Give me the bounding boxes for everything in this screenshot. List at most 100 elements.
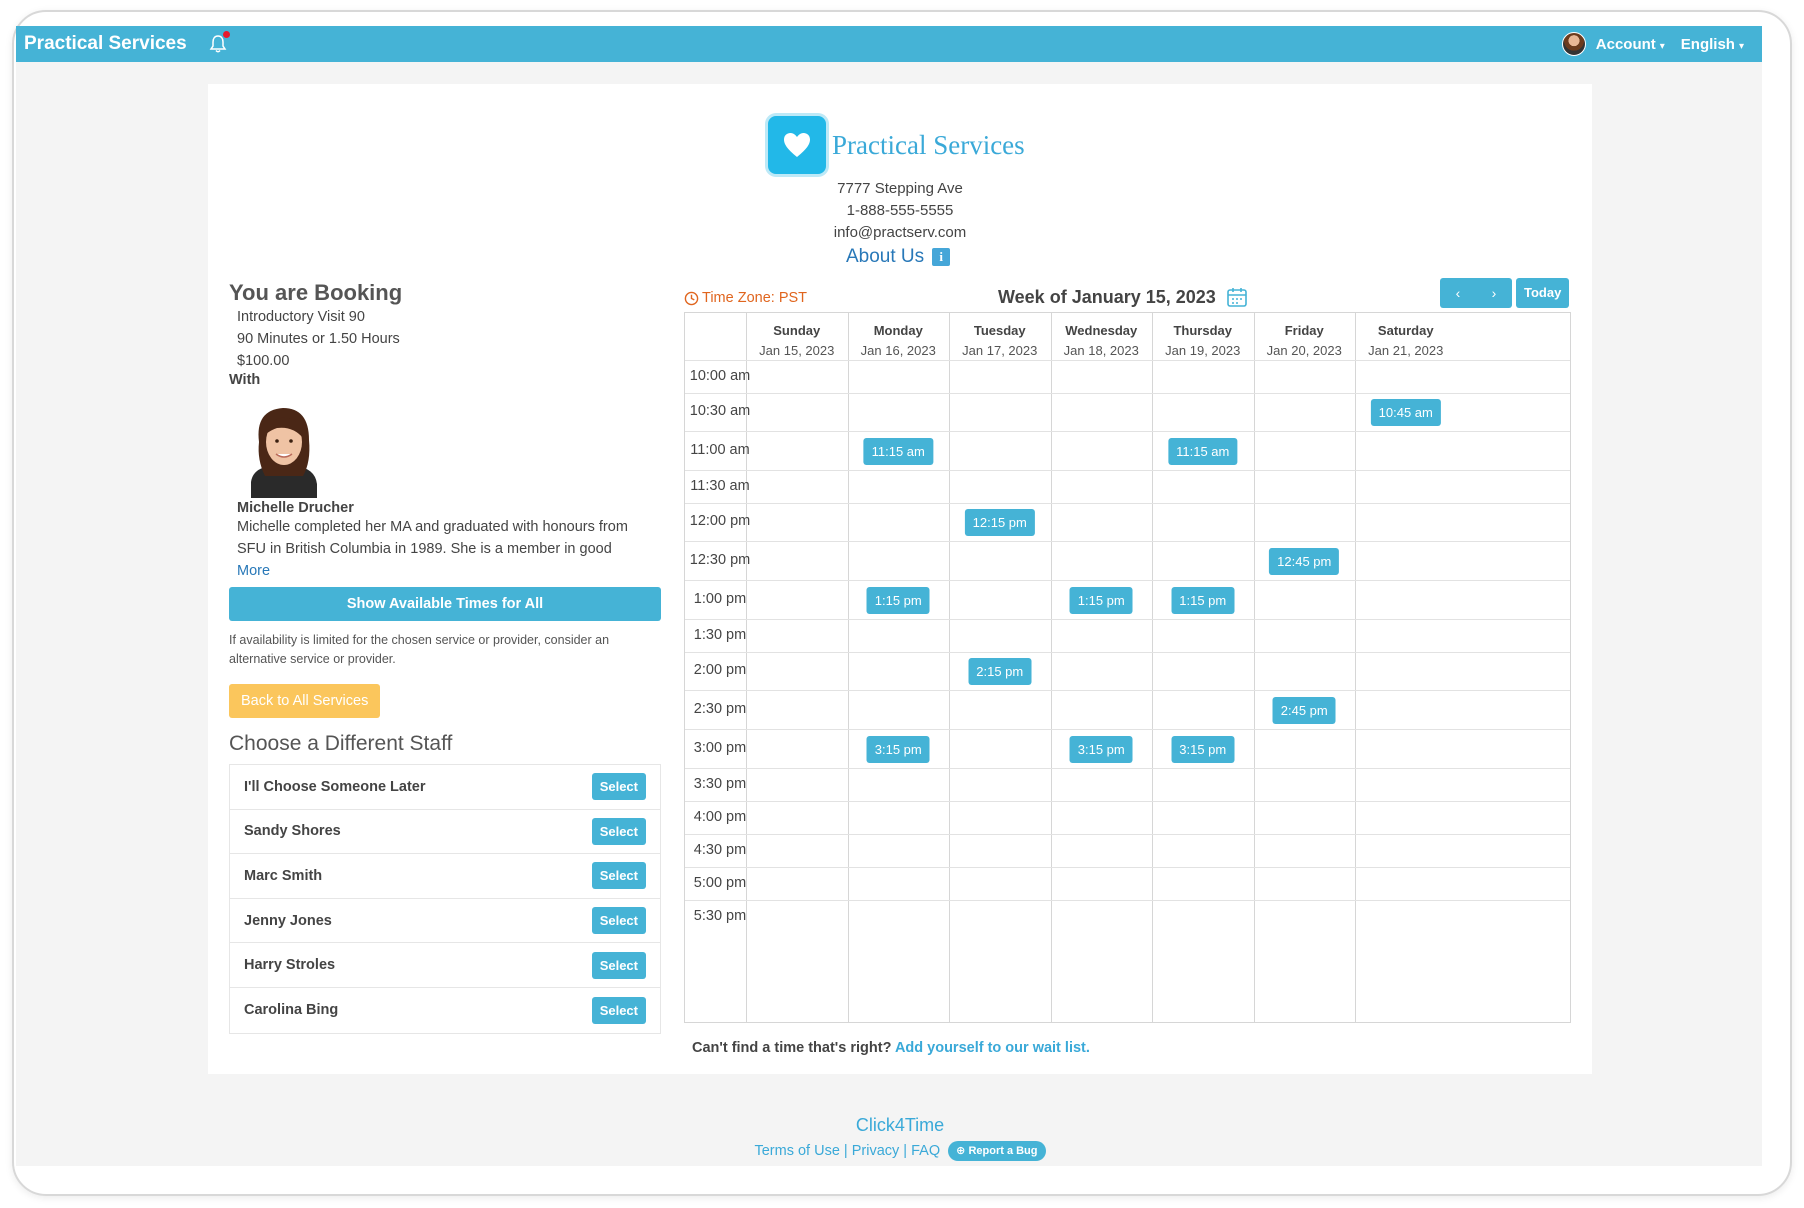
time-slot-button[interactable]: 1:15 pm bbox=[1069, 587, 1133, 614]
navbar-brand[interactable]: Practical Services bbox=[24, 33, 187, 55]
today-button[interactable]: Today bbox=[1516, 278, 1570, 308]
time-row-divider bbox=[685, 393, 1570, 394]
select-staff-button[interactable]: Select bbox=[591, 862, 646, 890]
user-avatar[interactable] bbox=[1561, 32, 1586, 56]
staff-option-name: Sandy Shores bbox=[244, 823, 341, 840]
business-name: Practical Services bbox=[832, 129, 1025, 160]
prev-week-button[interactable]: ‹ bbox=[1440, 278, 1476, 308]
day-date: Jan 18, 2023 bbox=[1063, 343, 1139, 358]
business-phone: 1-888-555-5555 bbox=[846, 202, 954, 219]
time-slot-button[interactable]: 3:15 pm bbox=[1069, 736, 1133, 763]
time-slot-button[interactable]: 3:15 pm bbox=[1171, 736, 1235, 763]
select-staff-button[interactable]: Select bbox=[591, 817, 646, 845]
privacy-link[interactable]: Privacy bbox=[852, 1143, 900, 1159]
time-slot-button[interactable]: 2:45 pm bbox=[1272, 697, 1336, 724]
staff-name: Michelle Drucher bbox=[237, 500, 354, 516]
show-available-times-button[interactable]: Show Available Times for All bbox=[229, 587, 661, 621]
info-icon[interactable]: i bbox=[932, 248, 951, 266]
staff-option-row: I'll Choose Someone Later Select bbox=[230, 765, 660, 810]
day-name: Friday bbox=[1284, 323, 1324, 338]
next-week-button[interactable]: › bbox=[1476, 278, 1512, 308]
day-name: Wednesday bbox=[1065, 323, 1138, 338]
day-column-divider bbox=[1152, 313, 1153, 1022]
terms-link[interactable]: Terms of Use bbox=[754, 1143, 839, 1159]
language-menu[interactable]: English ▾ bbox=[1681, 36, 1744, 53]
day-date: Jan 17, 2023 bbox=[962, 343, 1038, 358]
business-header: Practical Services bbox=[768, 116, 1028, 174]
time-slot-button[interactable]: 3:15 pm bbox=[866, 736, 930, 763]
week-navigation: ‹ › Today bbox=[1440, 278, 1570, 308]
day-header: Thursday Jan 19, 2023 bbox=[1152, 313, 1254, 367]
staff-option-name: Marc Smith bbox=[244, 867, 323, 884]
availability-note: If availability is limited for the chose… bbox=[229, 633, 610, 666]
chevron-down-icon: ▾ bbox=[1659, 40, 1665, 52]
faq-link[interactable]: FAQ bbox=[911, 1143, 940, 1159]
choose-staff-heading: Choose a Different Staff bbox=[229, 732, 453, 755]
service-duration: 90 Minutes or 1.50 Hours bbox=[237, 331, 400, 347]
service-price: $100.00 bbox=[237, 353, 290, 369]
time-row-divider bbox=[685, 431, 1570, 432]
account-menu[interactable]: Account ▾ bbox=[1596, 36, 1665, 53]
time-row-divider bbox=[685, 867, 1570, 868]
timezone-text: Time Zone: PST bbox=[702, 290, 808, 306]
select-staff-button[interactable]: Select bbox=[591, 907, 646, 935]
time-row-divider bbox=[685, 503, 1570, 504]
time-label: 2:30 pm bbox=[693, 701, 747, 717]
bug-icon: ⊕ bbox=[956, 1145, 966, 1157]
back-to-all-services-button[interactable]: Back to All Services bbox=[229, 684, 381, 718]
time-slot-button[interactable]: 10:45 am bbox=[1370, 399, 1441, 426]
notification-bell-icon[interactable] bbox=[209, 31, 230, 54]
waitlist-link[interactable]: Add yourself to our wait list. bbox=[895, 1040, 1090, 1056]
day-date: Jan 21, 2023 bbox=[1368, 343, 1444, 358]
time-label: 5:00 pm bbox=[693, 875, 747, 891]
time-row-divider bbox=[685, 619, 1570, 620]
select-staff-button[interactable]: Select bbox=[591, 951, 646, 979]
report-bug-label: Report a Bug bbox=[968, 1145, 1038, 1157]
time-row-divider bbox=[685, 541, 1570, 542]
time-slot-button[interactable]: 11:15 am bbox=[863, 438, 933, 465]
time-label: 4:00 pm bbox=[693, 809, 747, 825]
timezone-label: Time Zone: PST bbox=[684, 290, 807, 306]
time-row-divider bbox=[685, 690, 1570, 691]
time-label: 5:30 pm bbox=[693, 908, 747, 924]
day-name: Sunday bbox=[773, 323, 821, 338]
time-slot-button[interactable]: 12:15 pm bbox=[964, 509, 1035, 536]
day-date: Jan 15, 2023 bbox=[759, 343, 835, 358]
time-slot-button[interactable]: 1:15 pm bbox=[1171, 587, 1235, 614]
chevron-down-icon: ▾ bbox=[1738, 40, 1744, 52]
time-label: 12:00 pm bbox=[689, 513, 751, 529]
report-bug-button[interactable]: ⊕ Report a Bug bbox=[948, 1141, 1046, 1161]
day-date: Jan 20, 2023 bbox=[1266, 343, 1342, 358]
time-label: 3:30 pm bbox=[693, 776, 747, 792]
day-name: Saturday bbox=[1377, 323, 1434, 338]
calendar-picker-icon[interactable] bbox=[1226, 286, 1248, 308]
staff-option-row: Marc Smith Select bbox=[230, 854, 660, 899]
booking-heading: You are Booking bbox=[229, 280, 403, 305]
time-slot-button[interactable]: 11:15 am bbox=[1168, 438, 1238, 465]
time-row-divider bbox=[685, 834, 1570, 835]
notification-dot bbox=[222, 31, 230, 38]
more-link[interactable]: More bbox=[237, 563, 663, 579]
clock-icon bbox=[684, 291, 699, 305]
time-label: 10:30 am bbox=[689, 403, 751, 419]
time-slot-button[interactable]: 12:45 pm bbox=[1269, 548, 1340, 575]
about-us-link[interactable]: About Us i bbox=[846, 246, 951, 268]
day-date: Jan 16, 2023 bbox=[860, 343, 936, 358]
time-label: 1:30 pm bbox=[693, 627, 747, 643]
time-row-divider bbox=[685, 729, 1570, 730]
staff-option-row: Sandy Shores Select bbox=[230, 810, 660, 855]
staff-option-name: Carolina Bing bbox=[244, 1002, 339, 1019]
time-label: 10:00 am bbox=[689, 368, 751, 384]
day-date: Jan 19, 2023 bbox=[1165, 343, 1241, 358]
time-row-divider bbox=[685, 801, 1570, 802]
day-header: Monday Jan 16, 2023 bbox=[848, 313, 950, 367]
time-slot-button[interactable]: 2:15 pm bbox=[968, 658, 1032, 685]
time-slot-button[interactable]: 1:15 pm bbox=[866, 587, 930, 614]
select-staff-button[interactable]: Select bbox=[591, 996, 646, 1024]
business-email: info@practserv.com bbox=[833, 224, 967, 241]
day-header: Saturday Jan 21, 2023 bbox=[1355, 313, 1457, 367]
staff-option-row: Harry Stroles Select bbox=[230, 943, 660, 988]
week-title-text: Week of January 15, 2023 bbox=[998, 286, 1216, 307]
select-staff-button[interactable]: Select bbox=[591, 773, 646, 801]
footer-brand[interactable]: Click4Time bbox=[800, 1115, 1000, 1136]
